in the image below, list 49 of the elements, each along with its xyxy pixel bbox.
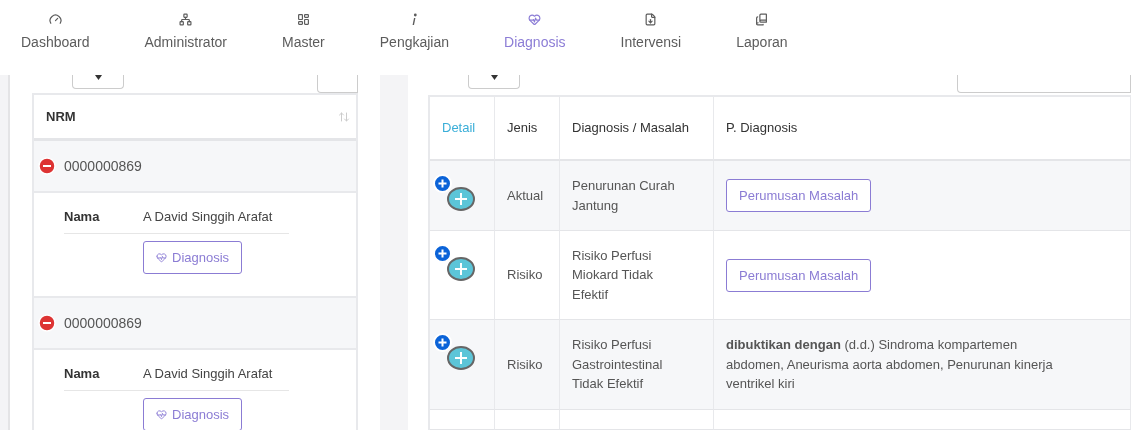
plus-circle-icon[interactable] (447, 187, 475, 211)
column-header: Diagnosis / Masalah (572, 119, 690, 138)
nav-tab[interactable]: Administrator (137, 0, 234, 75)
column-header: Jenis (507, 119, 538, 138)
info-icon (411, 13, 418, 26)
search-field[interactable] (317, 75, 358, 93)
network-icon (179, 13, 193, 26)
plus-icon[interactable] (433, 244, 452, 263)
book-icon (755, 13, 769, 26)
field-value: A David Singgih Arafat (143, 209, 273, 224)
table-cell-text: Penurunan Curah Jantung (572, 177, 676, 215)
minus-icon[interactable] (38, 157, 56, 175)
page-size-select[interactable] (72, 75, 124, 89)
nav-tab[interactable]: Diagnosis (497, 0, 573, 75)
plus-icon[interactable] (433, 333, 452, 352)
heart-pulse-icon (156, 252, 167, 263)
page-size-select[interactable] (468, 75, 520, 89)
file-icon (644, 13, 658, 26)
table-cell-text: dibuktikan dengan (d.d.) Sindroma kompartemen abdomen, Aneurisma aorta abdomen, Penurunan kinerja ventrikel kiri (726, 336, 1054, 394)
field-label: Nama (64, 366, 101, 381)
grid-icon (296, 13, 310, 26)
nav-tab[interactable]: Pengkajian (372, 0, 457, 75)
table-cell-text: Risiko Perfusi Gastrointestinal Tidak Efektif (572, 336, 664, 394)
plus-circle-icon[interactable] (447, 257, 475, 281)
field-value: A David Singgih Arafat (143, 366, 273, 381)
plus-icon[interactable] (433, 174, 452, 193)
diagnosis-button[interactable]: Diagnosis (143, 398, 243, 430)
heart-pulse-icon (528, 13, 542, 26)
nav-tab[interactable]: Intervensi (613, 0, 689, 75)
minus-icon[interactable] (38, 314, 56, 332)
nav-tab[interactable]: Laporan (729, 0, 795, 75)
diagnosis-button[interactable]: Diagnosis (143, 241, 243, 274)
nav-tab[interactable]: Dashboard (14, 0, 97, 75)
column-header: NRM (46, 109, 76, 124)
table-cell: 0000000869 (64, 315, 142, 331)
perumusan-button[interactable]: Perumusan Masalah (726, 258, 872, 292)
table-cell: 0000000869 (64, 158, 142, 174)
gauge-icon (48, 13, 62, 26)
perumusan-button[interactable]: Perumusan Masalah (726, 179, 872, 212)
table-cell-text: Risiko (507, 355, 543, 374)
search-field[interactable] (957, 75, 1131, 93)
field-label: Nama (64, 209, 101, 224)
table-cell-text: Aktual (507, 186, 544, 205)
heart-pulse-icon (156, 409, 167, 420)
table-cell-text: Risiko Perfusi Miokard Tidak Efektif (572, 246, 654, 304)
table-cell-text: Risiko (507, 266, 543, 285)
nav-tab[interactable]: Master (274, 0, 332, 75)
plus-circle-icon[interactable] (447, 346, 475, 370)
column-header: P. Diagnosis (726, 119, 798, 138)
